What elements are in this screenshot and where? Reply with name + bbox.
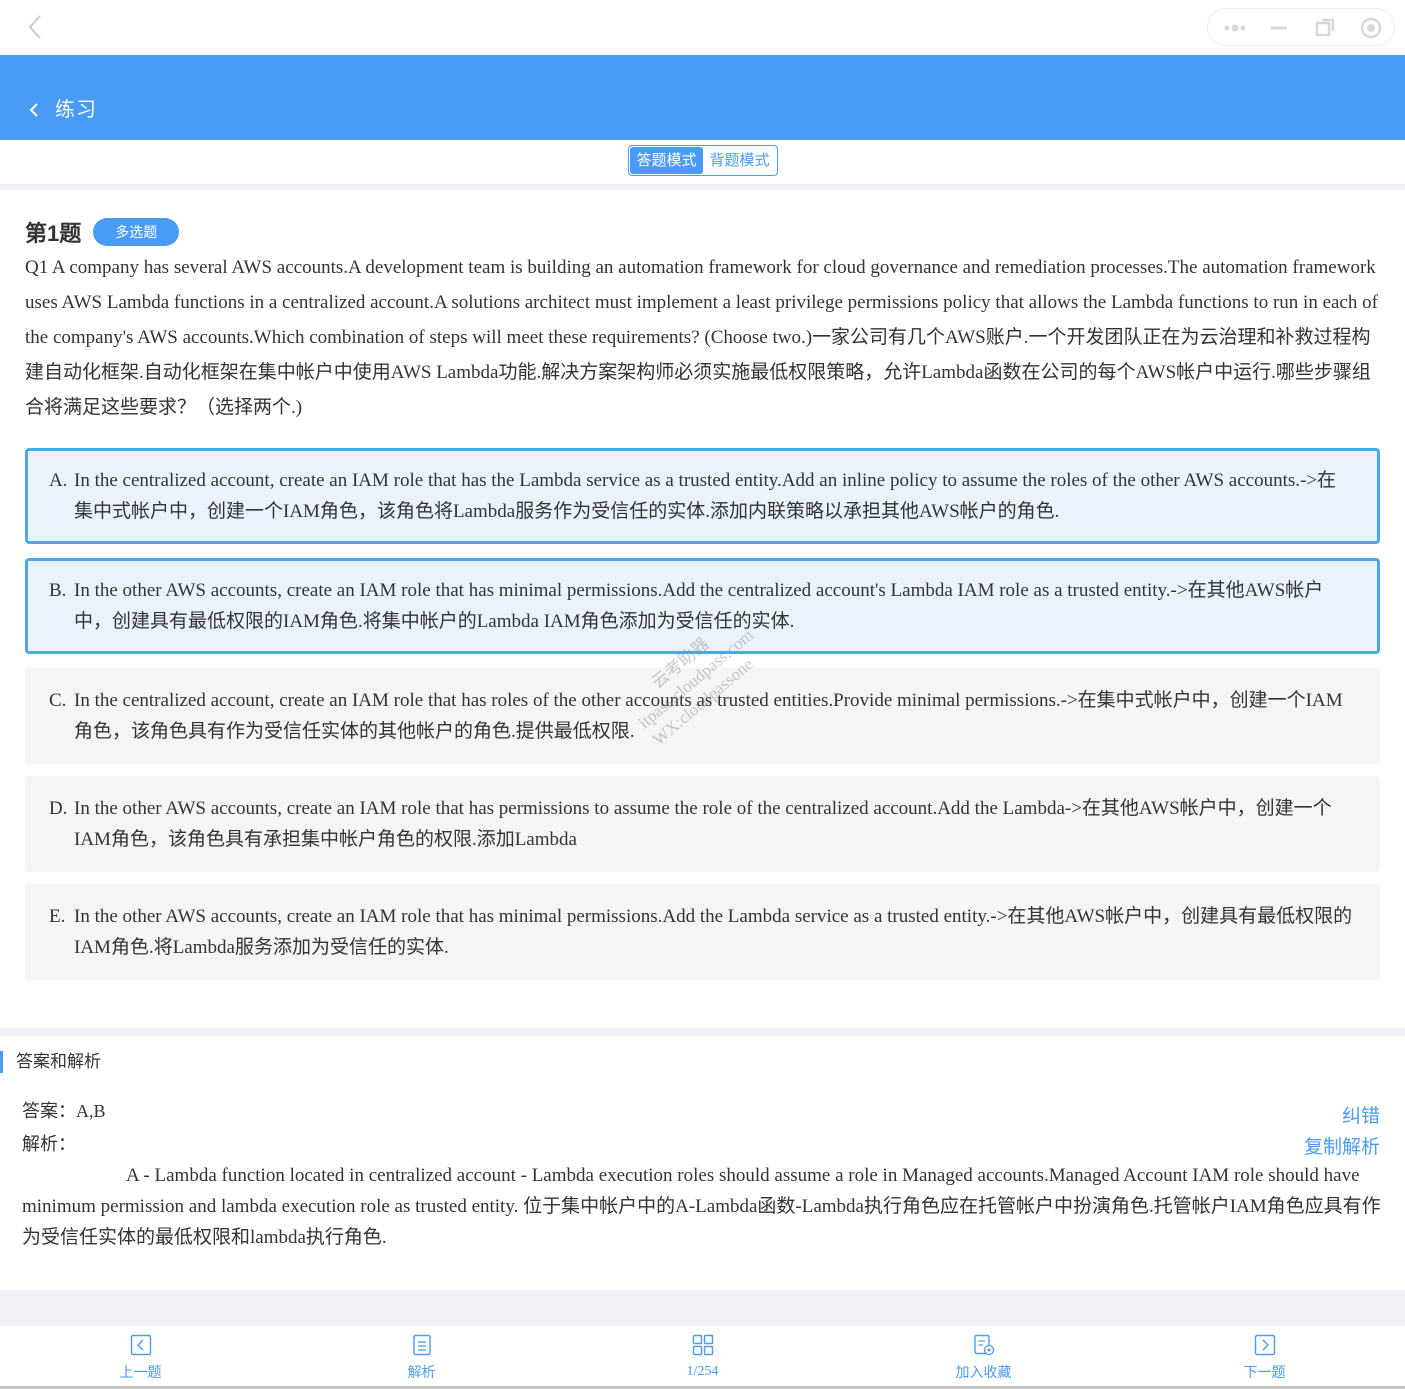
option-letter: C. [49, 690, 67, 711]
answer-mode-button[interactable]: 答题模式 [630, 147, 703, 174]
question-header: 第1题 多选题 [25, 216, 180, 248]
window-title-bar [0, 0, 1405, 55]
answer-value: A,B [76, 1101, 106, 1121]
copy-explanation-link[interactable]: 复制解析 [1304, 1135, 1380, 1161]
question-number: 第1题 [25, 221, 82, 246]
option-e[interactable]: E. In the other AWS accounts, create an … [25, 884, 1380, 980]
question-text: Q1 A company has several AWS accounts.A … [25, 257, 1378, 418]
grid-icon [692, 1334, 714, 1356]
option-letter: D. [49, 798, 68, 819]
chevron-left-icon[interactable] [22, 10, 50, 44]
option-text: In the other AWS accounts, create an IAM… [74, 798, 1332, 850]
answer-row: 答案：A,B [22, 1098, 106, 1124]
option-letter: E. [49, 906, 66, 927]
answer-label: 答案： [22, 1101, 76, 1121]
explanation-text: A - Lambda function located in centraliz… [22, 1165, 1381, 1248]
page-title: 练习 [55, 99, 97, 121]
question-type-badge: 多选题 [93, 218, 180, 246]
nav-label: 上一题 [119, 1364, 162, 1380]
option-text: In the centralized account, create an IA… [74, 690, 1343, 742]
nav-label: 下一题 [1243, 1364, 1286, 1380]
divider [0, 184, 1405, 190]
question-grid-button[interactable]: 1/254 [562, 1326, 843, 1386]
divider [0, 1028, 1405, 1036]
option-letter: B. [49, 580, 67, 601]
option-text: In the other AWS accounts, create an IAM… [74, 906, 1353, 958]
nav-label: 解析 [407, 1364, 436, 1380]
bookmark-icon [973, 1334, 995, 1356]
close-circle-icon[interactable] [1360, 17, 1382, 39]
page-header: 练习 [0, 55, 1405, 140]
next-question-button[interactable]: 下一题 [1124, 1326, 1405, 1386]
section-accent [0, 1051, 3, 1073]
mode-toggle: 答题模式 背题模式 [628, 145, 778, 176]
option-d[interactable]: D. In the other AWS accounts, create an … [25, 776, 1380, 872]
option-b[interactable]: B. In the other AWS accounts, create an … [25, 558, 1380, 654]
option-a[interactable]: A. In the centralized account, create an… [25, 448, 1380, 544]
prev-question-button[interactable]: 上一题 [0, 1326, 281, 1386]
option-letter: A. [49, 470, 68, 491]
option-text: In the other AWS accounts, create an IAM… [74, 580, 1324, 632]
document-icon [411, 1334, 433, 1356]
review-mode-button[interactable]: 背题模式 [703, 147, 776, 174]
report-error-link[interactable]: 纠错 [1342, 1104, 1380, 1130]
mode-bar: 答题模式 背题模式 [0, 140, 1405, 184]
explanation-button[interactable]: 解析 [281, 1326, 562, 1386]
progress-counter: 1/254 [686, 1364, 719, 1379]
explanation-label: 解析： [22, 1134, 76, 1154]
nav-label: 加入收藏 [955, 1364, 1012, 1380]
minimize-icon[interactable] [1268, 17, 1290, 39]
next-arrow-icon [1254, 1334, 1276, 1356]
option-c[interactable]: C. In the centralized account, create an… [25, 668, 1380, 764]
option-text: In the centralized account, create an IA… [74, 470, 1337, 522]
bottom-nav: 上一题 解析 1/254 加入收藏 下一题 [0, 1326, 1405, 1386]
prev-arrow-icon [130, 1334, 152, 1356]
restore-icon[interactable] [1314, 17, 1336, 39]
chevron-left-icon[interactable] [26, 95, 42, 125]
more-dots-icon[interactable] [1222, 17, 1246, 39]
divider [0, 1290, 1405, 1326]
answer-section-title: 答案和解析 [16, 1052, 101, 1071]
add-favorite-button[interactable]: 加入收藏 [843, 1326, 1124, 1386]
window-capsule [1207, 8, 1395, 46]
